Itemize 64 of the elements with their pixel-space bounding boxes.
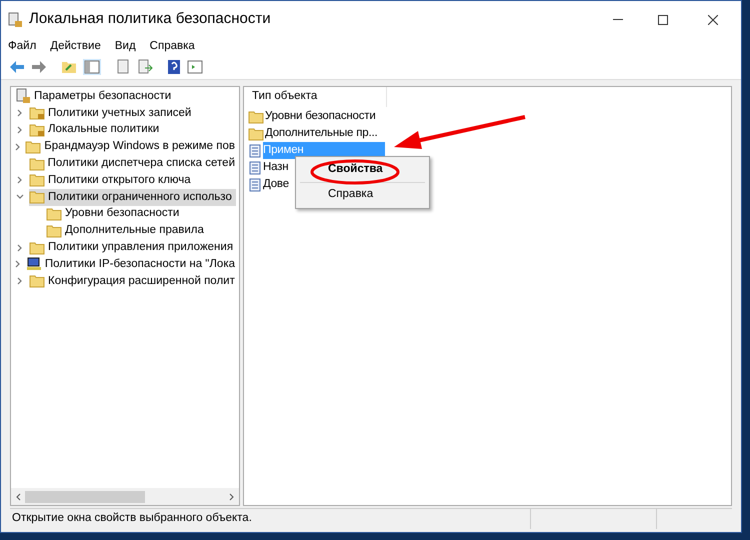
back-arrow-icon[interactable] xyxy=(9,60,25,74)
help-icon[interactable] xyxy=(167,59,181,75)
minimize-icon xyxy=(612,18,622,20)
tree-item[interactable]: Брандмауэр Windows в режиме пов xyxy=(25,138,239,156)
tree-item[interactable]: Политики ограниченного использо xyxy=(29,188,236,206)
tree-root[interactable]: Параметры безопасности xyxy=(34,88,172,106)
folder-icon xyxy=(29,190,45,204)
list-item[interactable]: Дове xyxy=(263,176,289,194)
export-icon[interactable] xyxy=(137,59,153,75)
collapse-chevron-icon[interactable] xyxy=(16,193,24,202)
folder-icon xyxy=(28,156,45,171)
column-header[interactable]: Тип объекта xyxy=(244,87,387,107)
expand-chevron-icon[interactable] xyxy=(14,142,22,151)
horizontal-scrollbar[interactable] xyxy=(11,488,239,505)
tree-item[interactable]: Дополнительные правила xyxy=(46,222,208,240)
tree-item[interactable]: Политики управления приложения xyxy=(29,238,238,256)
maximize-icon xyxy=(658,14,668,24)
expand-chevron-icon[interactable] xyxy=(16,244,24,252)
tree-item[interactable]: Конфигурация расширенной полит xyxy=(29,272,239,290)
menu-item[interactable]: Файл xyxy=(8,38,36,56)
binary-file-icon xyxy=(248,160,262,174)
locked-folder-icon xyxy=(29,106,45,120)
list-item[interactable]: Дополнительные пр... xyxy=(265,124,378,142)
tree-item[interactable]: Уровни безопасности xyxy=(46,205,184,223)
menu-item[interactable]: Действие xyxy=(50,38,101,56)
expand-chevron-icon[interactable] xyxy=(16,176,24,184)
scroll-left-icon[interactable] xyxy=(15,492,21,500)
tree-item[interactable]: Локальные политики xyxy=(29,121,164,139)
tree-item[interactable]: Политики IP-безопасности на "Лока xyxy=(26,256,239,273)
list-item[interactable]: Назн xyxy=(263,158,288,176)
status-text: Открытие окна свойств выбранного объекта. xyxy=(11,511,253,526)
expand-chevron-icon[interactable] xyxy=(16,277,24,286)
up-folder-icon[interactable] xyxy=(61,60,77,74)
forward-arrow-icon[interactable] xyxy=(31,60,47,74)
scroll-right-icon[interactable] xyxy=(229,492,235,500)
expand-chevron-icon[interactable] xyxy=(16,126,24,134)
list-item[interactable]: Уровни безопасности xyxy=(265,108,376,126)
console-tree-icon[interactable] xyxy=(83,59,101,75)
document-lock-icon xyxy=(15,88,31,104)
folder-icon xyxy=(25,140,42,154)
binary-file-icon xyxy=(248,144,262,158)
window-title: Локальная политика безопасности xyxy=(29,9,271,30)
folder-icon xyxy=(29,240,45,255)
context-menu-item[interactable]: Справка xyxy=(296,185,429,205)
context-menu-item[interactable]: Свойства xyxy=(296,160,429,180)
locked-folder-icon xyxy=(29,123,45,137)
expand-chevron-icon[interactable] xyxy=(16,109,24,118)
menu-item[interactable]: Вид xyxy=(114,38,136,56)
expand-chevron-icon[interactable] xyxy=(14,260,22,268)
scroll-thumb[interactable] xyxy=(25,490,145,502)
folder-icon xyxy=(29,274,45,288)
folder-icon xyxy=(248,110,264,124)
tree-item[interactable]: Политики открытого ключа xyxy=(29,172,195,190)
folder-icon xyxy=(46,224,62,238)
close-icon xyxy=(708,14,718,24)
folder-icon xyxy=(248,126,264,140)
window-icon[interactable] xyxy=(187,60,203,74)
document-lock-icon xyxy=(7,12,23,28)
binary-file-icon xyxy=(248,178,262,192)
tree-item[interactable]: Политики диспетчера списка сетей xyxy=(28,154,239,172)
tree-item[interactable]: Политики учетных записей xyxy=(29,104,196,122)
document-icon[interactable] xyxy=(115,59,131,75)
monitor-icon xyxy=(26,257,42,272)
menu-item[interactable]: Справка xyxy=(150,38,195,56)
